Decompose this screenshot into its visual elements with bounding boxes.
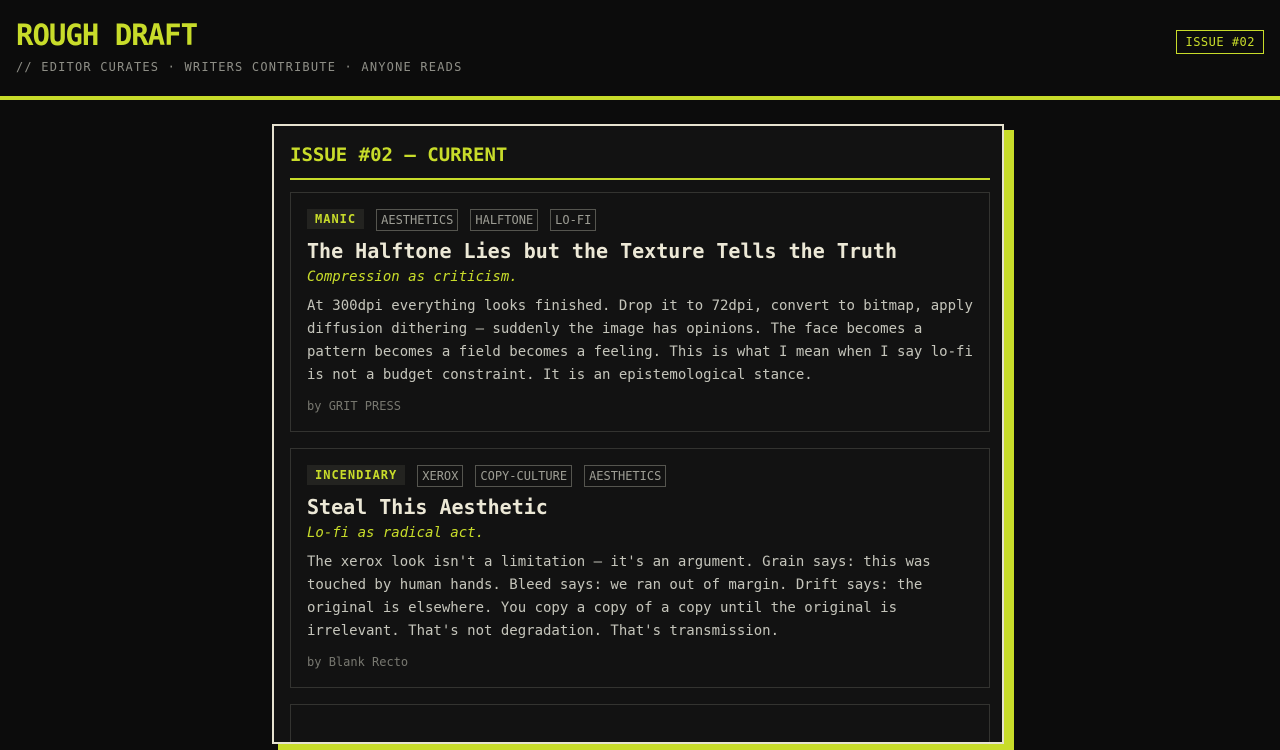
article-body: The xerox look isn't a limitation — it's… xyxy=(307,554,931,639)
article-deck: Compression as criticism. xyxy=(307,269,518,285)
tag-xerox[interactable]: XEROX xyxy=(417,465,464,487)
tag-aesthetics[interactable]: AESTHETICS xyxy=(376,209,459,231)
issue-title: ISSUE #02 — CURRENT xyxy=(290,144,508,166)
article-author[interactable]: Blank Recto xyxy=(329,655,408,669)
article-card[interactable]: INCENDIARY XEROX COPY-CULTURE AESTHETICS… xyxy=(290,448,990,688)
tag-aesthetics[interactable]: AESTHETICS xyxy=(584,465,667,487)
byline-prefix: by xyxy=(307,399,322,413)
article-tags: INCENDIARY XEROX COPY-CULTURE AESTHETICS xyxy=(307,465,667,487)
article-title[interactable]: The Halftone Lies but the Texture Tells … xyxy=(307,239,897,263)
tone-badge: INCENDIARY xyxy=(307,465,406,485)
article-byline: by Blank Recto xyxy=(307,655,408,669)
article-author[interactable]: GRIT PRESS xyxy=(329,399,401,413)
article-title[interactable]: Steal This Aesthetic xyxy=(307,495,548,519)
article-card-partial[interactable] xyxy=(290,704,990,742)
byline-prefix: by xyxy=(307,655,322,669)
site-tagline: // EDITOR CURATES · WRITERS CONTRIBUTE ·… xyxy=(16,60,463,74)
title-divider xyxy=(290,178,990,180)
issue-badge[interactable]: ISSUE #02 xyxy=(1176,30,1264,54)
tag-lo-fi[interactable]: LO-FI xyxy=(550,209,597,231)
article-deck: Lo-fi as radical act. xyxy=(307,525,485,541)
site-title[interactable]: ROUGH DRAFT xyxy=(16,18,198,52)
issue-panel: ISSUE #02 — CURRENT MANIC AESTHETICS HAL… xyxy=(272,124,1004,744)
article-body: At 300dpi everything looks finished. Dro… xyxy=(307,298,973,383)
tone-badge: MANIC xyxy=(307,209,365,229)
tag-halftone[interactable]: HALFTONE xyxy=(470,209,539,231)
tag-copy-culture[interactable]: COPY-CULTURE xyxy=(475,465,573,487)
article-byline: by GRIT PRESS xyxy=(307,399,401,413)
site-header: ROUGH DRAFT // EDITOR CURATES · WRITERS … xyxy=(0,0,1280,100)
article-tags: MANIC AESTHETICS HALFTONE LO-FI xyxy=(307,209,597,231)
article-card[interactable]: MANIC AESTHETICS HALFTONE LO-FI The Half… xyxy=(290,192,990,432)
